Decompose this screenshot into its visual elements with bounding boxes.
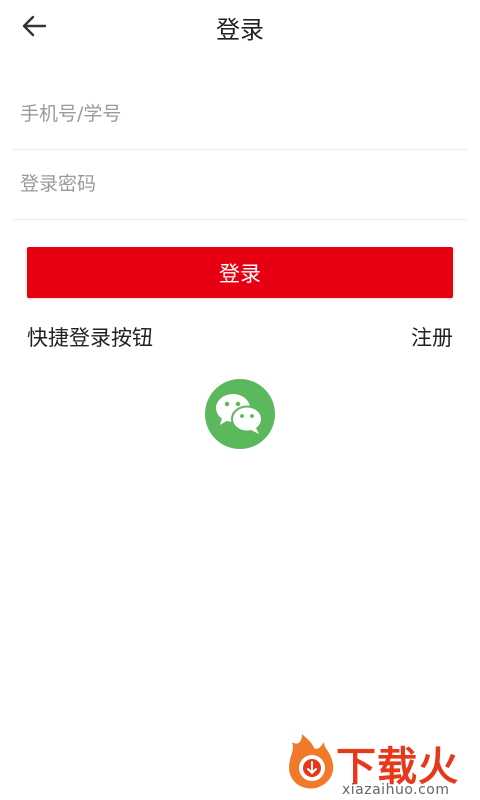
quick-login-label: 快捷登录按钮 [27, 326, 153, 350]
wechat-icon [216, 394, 263, 434]
watermark: 下载火 xiazaihuo.com [268, 728, 480, 800]
password-field-row [12, 150, 468, 220]
login-button[interactable]: 登录 [27, 247, 453, 298]
arrow-left-icon [22, 15, 47, 37]
account-input[interactable] [20, 80, 450, 148]
back-button[interactable] [14, 6, 54, 46]
register-link[interactable]: 注册 [411, 322, 453, 352]
page-title: 登录 [216, 16, 264, 44]
wechat-login-button[interactable] [205, 379, 275, 449]
password-input[interactable] [20, 150, 450, 218]
top-bar: 登录 [0, 0, 480, 54]
account-field-row [12, 80, 468, 150]
watermark-url: xiazaihuo.com [342, 782, 450, 798]
flame-logo-icon [289, 734, 334, 789]
